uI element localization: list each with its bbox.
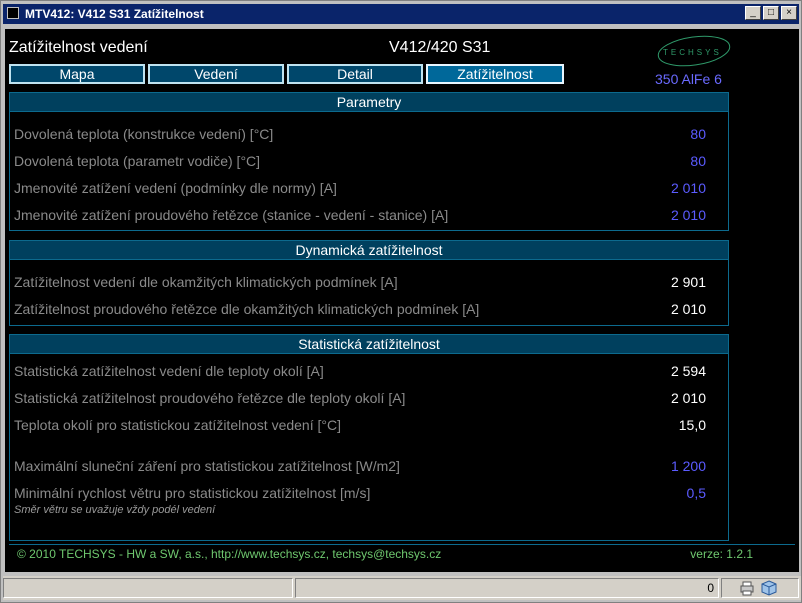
static-row: Teplota okolí pro statistickou zatížitel… bbox=[14, 417, 706, 433]
minimize-button[interactable]: _ bbox=[745, 6, 761, 20]
dynamic-value: 2 010 bbox=[670, 301, 706, 317]
static-row: Statistická zatížitelnost proudového řet… bbox=[14, 390, 706, 406]
param-label: Dovolená teplota (parametr vodiče) [°C] bbox=[14, 153, 261, 169]
static-label: Maximální sluneční záření pro statistick… bbox=[14, 458, 400, 474]
static-value: 0,5 bbox=[686, 485, 706, 501]
footer-copyright: © 2010 TECHSYS - HW a SW, a.s., http://w… bbox=[17, 547, 442, 561]
param-row: Jmenovité zatížení vedení (podmínky dle … bbox=[14, 180, 706, 196]
conductor-type: 350 AlFe 6 bbox=[655, 71, 722, 87]
line-identifier: V412/420 S31 bbox=[389, 39, 491, 56]
static-value: 2 010 bbox=[670, 390, 706, 406]
static-label: Teplota okolí pro statistickou zatížitel… bbox=[14, 417, 341, 433]
page-title: Zatížitelnost vedení bbox=[9, 39, 148, 56]
static-value: 2 594 bbox=[670, 363, 706, 379]
app-icon[interactable] bbox=[7, 7, 19, 19]
param-label: Dovolená teplota (konstrukce vedení) [°C… bbox=[14, 126, 274, 142]
static-row: Maximální sluneční záření pro statistick… bbox=[14, 458, 706, 474]
static-label: Statistická zatížitelnost proudového řet… bbox=[14, 390, 406, 406]
static-row: Minimální rychlost větru pro statisticko… bbox=[14, 485, 706, 501]
status-bar: 0 bbox=[3, 576, 801, 600]
static-label: Statistická zatížitelnost vedení dle tep… bbox=[14, 363, 324, 379]
tab-zatizitelnost[interactable]: Zatížitelnost bbox=[426, 64, 564, 84]
logo-text: TECHSYS bbox=[663, 48, 722, 57]
panel-heading: Parametry bbox=[10, 93, 728, 112]
wind-direction-note: Směr větru se uvažuje vždy podél vedení bbox=[14, 504, 216, 516]
cube-icon[interactable] bbox=[761, 580, 777, 596]
panel-heading: Dynamická zatížitelnost bbox=[10, 241, 728, 260]
dynamic-value: 2 901 bbox=[670, 274, 706, 290]
title-bar[interactable]: MTV412: V412 S31 Zatížitelnost _ □ × bbox=[3, 4, 799, 24]
param-value: 2 010 bbox=[670, 180, 706, 196]
param-value: 2 010 bbox=[670, 207, 706, 223]
param-row: Dovolená teplota (parametr vodiče) [°C] … bbox=[14, 153, 706, 169]
param-label: Jmenovité zatížení vedení (podmínky dle … bbox=[14, 180, 337, 196]
footer: © 2010 TECHSYS - HW a SW, a.s., http://w… bbox=[9, 544, 795, 563]
static-row: Statistická zatížitelnost vedení dle tep… bbox=[14, 363, 706, 379]
panel-staticka: Statistická zatížitelnost Statistická za… bbox=[9, 334, 729, 541]
footer-version: verze: 1.2.1 bbox=[690, 547, 753, 561]
panel-heading: Statistická zatížitelnost bbox=[10, 335, 728, 354]
dynamic-label: Zatížitelnost vedení dle okamžitých klim… bbox=[14, 274, 398, 290]
close-button[interactable]: × bbox=[781, 6, 797, 20]
panel-dynamicka: Dynamická zatížitelnost Zatížitelnost ve… bbox=[9, 240, 729, 326]
status-icons-cell bbox=[721, 578, 799, 598]
param-row: Jmenovité zatížení proudového řetězce (s… bbox=[14, 207, 706, 223]
printer-icon[interactable] bbox=[739, 580, 755, 596]
main-content: Zatížitelnost vedení V412/420 S31 TECHSY… bbox=[5, 29, 799, 572]
techsys-logo: TECHSYS bbox=[657, 35, 731, 67]
param-value: 80 bbox=[690, 153, 706, 169]
window-title: MTV412: V412 S31 Zatížitelnost bbox=[25, 7, 204, 21]
status-cell bbox=[3, 578, 293, 598]
param-label: Jmenovité zatížení proudového řetězce (s… bbox=[14, 207, 449, 223]
app-window: MTV412: V412 S31 Zatížitelnost _ □ × Zat… bbox=[0, 0, 802, 603]
tab-mapa[interactable]: Mapa bbox=[9, 64, 145, 84]
tab-detail[interactable]: Detail bbox=[287, 64, 423, 84]
static-value: 1 200 bbox=[670, 458, 706, 474]
dynamic-row: Zatížitelnost vedení dle okamžitých klim… bbox=[14, 274, 706, 290]
param-value: 80 bbox=[690, 126, 706, 142]
maximize-button[interactable]: □ bbox=[763, 6, 779, 20]
dynamic-row: Zatížitelnost proudového řetězce dle oka… bbox=[14, 301, 706, 317]
param-row: Dovolená teplota (konstrukce vedení) [°C… bbox=[14, 126, 706, 142]
static-value: 15,0 bbox=[678, 417, 706, 433]
static-label: Minimální rychlost větru pro statisticko… bbox=[14, 485, 371, 501]
panel-parametry: Parametry Dovolená teplota (konstrukce v… bbox=[9, 92, 729, 231]
status-count: 0 bbox=[295, 578, 719, 598]
tab-vedeni[interactable]: Vedení bbox=[148, 64, 284, 84]
dynamic-label: Zatížitelnost proudového řetězce dle oka… bbox=[14, 301, 480, 317]
